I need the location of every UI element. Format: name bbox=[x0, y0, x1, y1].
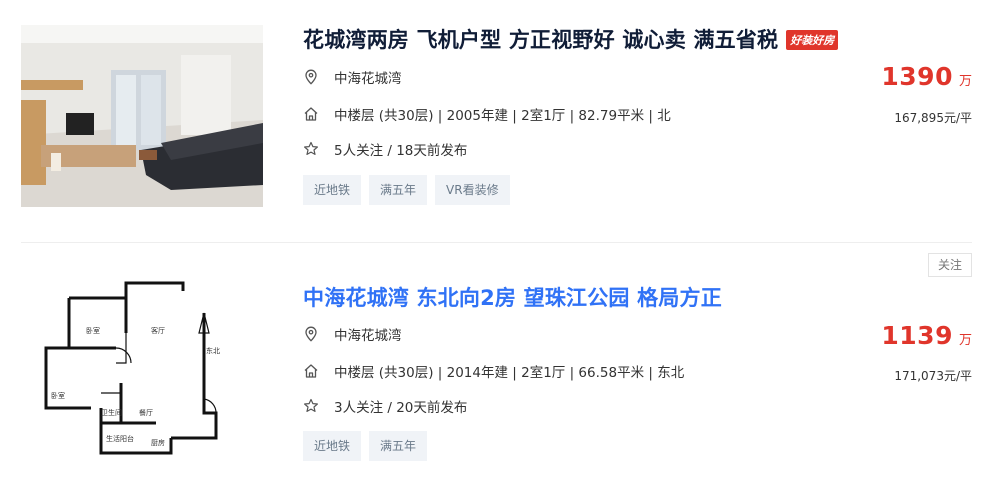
good-house-badge: 好装好房 bbox=[786, 30, 839, 50]
listing-title[interactable]: 中海花城湾 东北向2房 望珠江公园 格局方正 bbox=[303, 282, 722, 312]
house-info-row: 中楼层 (共30层) | 2014年建 | 2室1厅 | 66.58平米 | 东… bbox=[303, 361, 684, 381]
svg-text:生活阳台: 生活阳台 bbox=[106, 434, 134, 443]
community-name[interactable]: 中海花城湾 bbox=[334, 67, 402, 87]
svg-text:卧室: 卧室 bbox=[86, 326, 100, 335]
listing-title[interactable]: 花城湾两房 飞机户型 方正视野好 诚心卖 满五省税 好装好房 bbox=[303, 24, 839, 54]
tag-vr: VR看装修 bbox=[435, 175, 510, 205]
house-icon bbox=[303, 363, 319, 379]
tag-five-years: 满五年 bbox=[369, 175, 428, 205]
listing-title-text[interactable]: 花城湾两房 飞机户型 方正视野好 诚心卖 满五省税 bbox=[303, 28, 778, 52]
follow-info: 3人关注 / 20天前发布 bbox=[334, 400, 468, 416]
house-info: 中楼层 (共30层) | 2005年建 | 2室1厅 | 82.79平米 | 北 bbox=[334, 108, 671, 124]
follow-info-row: 5人关注 / 18天前发布 bbox=[303, 139, 467, 159]
house-icon bbox=[303, 106, 319, 122]
location-pin-icon bbox=[303, 326, 319, 342]
svg-text:卫生间: 卫生间 bbox=[101, 408, 122, 417]
follow-button[interactable]: 关注 bbox=[928, 253, 972, 277]
unit-price: 171,073元/平 bbox=[894, 369, 972, 383]
community-name[interactable]: 中海花城湾 bbox=[334, 324, 402, 344]
svg-text:厨房: 厨房 bbox=[151, 438, 165, 447]
tag-near-subway: 近地铁 bbox=[303, 175, 362, 205]
follow-info: 5人关注 / 18天前发布 bbox=[334, 143, 468, 159]
tag-list: 近地铁 满五年 VR看装修 bbox=[303, 175, 510, 205]
tag-near-subway: 近地铁 bbox=[303, 431, 362, 461]
listing-photo[interactable] bbox=[21, 25, 263, 207]
listing-title-text[interactable]: 中海花城湾 东北向2房 望珠江公园 格局方正 bbox=[303, 286, 722, 310]
floor-plan-image[interactable]: 卧室 客厅 卧室 东北 卫生间 餐厅 生活阳台 厨房 bbox=[21, 273, 263, 455]
community-row[interactable]: 中海花城湾 bbox=[303, 324, 402, 344]
follow-info-row: 3人关注 / 20天前发布 bbox=[303, 396, 467, 416]
svg-text:客厅: 客厅 bbox=[151, 326, 165, 335]
price-unit: 万 bbox=[958, 333, 972, 348]
star-icon bbox=[303, 141, 319, 157]
total-price: 1139 万 bbox=[881, 321, 972, 350]
house-info-row: 中楼层 (共30层) | 2005年建 | 2室1厅 | 82.79平米 | 北 bbox=[303, 104, 671, 124]
location-pin-icon bbox=[303, 69, 319, 85]
svg-text:东北: 东北 bbox=[206, 346, 220, 355]
price-number: 1139 bbox=[881, 321, 953, 350]
house-info: 中楼层 (共30层) | 2014年建 | 2室1厅 | 66.58平米 | 东… bbox=[334, 365, 685, 381]
total-price: 1390 万 bbox=[881, 62, 972, 91]
price-number: 1390 bbox=[881, 62, 953, 91]
tag-five-years: 满五年 bbox=[369, 431, 428, 461]
community-row[interactable]: 中海花城湾 bbox=[303, 67, 402, 87]
star-icon bbox=[303, 398, 319, 414]
svg-text:卧室: 卧室 bbox=[51, 391, 65, 400]
listing-divider bbox=[21, 242, 972, 243]
price-unit: 万 bbox=[958, 74, 972, 89]
svg-text:餐厅: 餐厅 bbox=[139, 408, 153, 417]
unit-price: 167,895元/平 bbox=[894, 111, 972, 125]
tag-list: 近地铁 满五年 bbox=[303, 431, 428, 461]
